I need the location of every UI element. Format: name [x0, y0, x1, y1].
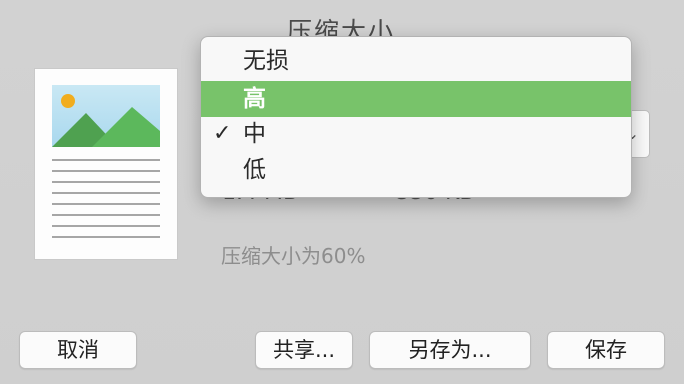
menu-item-high[interactable]: 高 — [201, 81, 631, 117]
menu-item-label: 无损 — [243, 48, 289, 74]
menu-item-lossless[interactable]: 无损 — [201, 43, 631, 79]
text-line — [52, 159, 160, 161]
text-line — [52, 203, 160, 205]
share-button[interactable]: 共享... — [255, 331, 353, 369]
text-line — [52, 181, 160, 183]
cancel-button[interactable]: 取消 — [19, 331, 137, 369]
compression-dropdown-menu: 无损 高 ✓ 中 低 — [200, 36, 632, 198]
text-line — [52, 236, 160, 238]
checkmark-icon: ✓ — [213, 121, 232, 146]
document-thumbnail-icon — [35, 69, 177, 259]
menu-item-label: 中 — [243, 121, 266, 147]
menu-item-medium[interactable]: ✓ 中 — [201, 116, 631, 152]
menu-item-label: 高 — [243, 86, 266, 112]
image-placeholder-icon — [52, 85, 160, 147]
menu-item-label: 低 — [243, 157, 266, 183]
menu-item-low[interactable]: 低 — [201, 152, 631, 188]
compression-ratio-text: 压缩大小为60% — [221, 244, 366, 268]
save-as-button[interactable]: 另存为... — [369, 331, 531, 369]
text-line — [52, 225, 160, 227]
text-line — [52, 214, 160, 216]
text-line — [52, 192, 160, 194]
save-button[interactable]: 保存 — [547, 331, 665, 369]
text-line — [52, 170, 160, 172]
